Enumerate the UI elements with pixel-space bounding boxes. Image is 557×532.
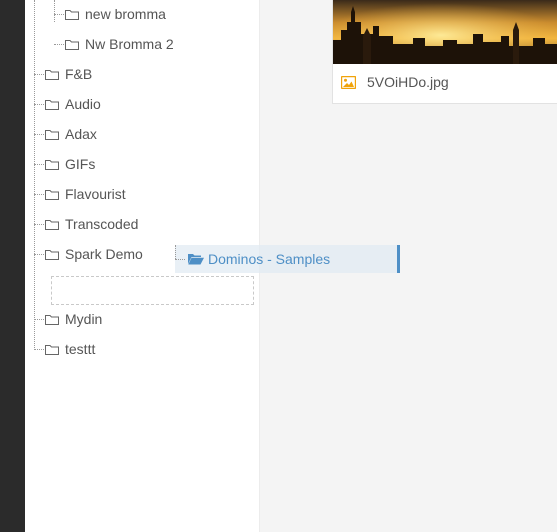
folder-open-icon	[188, 254, 204, 265]
asset-card[interactable]: 5VOiHDo.jpg	[332, 0, 557, 104]
folder-icon	[45, 69, 59, 80]
tree-item-label: new bromma	[85, 6, 166, 22]
tree-item-label: Nw Bromma 2	[85, 36, 174, 52]
tree-item-label: Transcoded	[65, 216, 139, 232]
tree-item-gifs[interactable]: GIFs	[45, 154, 95, 174]
folder-icon	[65, 39, 79, 50]
folder-icon	[65, 9, 79, 20]
tree-connector	[34, 164, 44, 165]
drop-placeholder[interactable]	[51, 276, 254, 305]
tree-connector	[34, 74, 44, 75]
image-icon	[341, 75, 356, 89]
tree-connector	[54, 0, 55, 22]
tree-item-new-bromma[interactable]: new bromma	[65, 4, 166, 24]
folder-icon	[45, 99, 59, 110]
tree-item-audio[interactable]: Audio	[45, 94, 101, 114]
tree-item-nw-bromma-2[interactable]: Nw Bromma 2	[65, 34, 174, 54]
app-window: new bromma Nw Bromma 2 F&B Audio Adax GI…	[0, 0, 557, 532]
tree-item-testtt[interactable]: testtt	[45, 339, 95, 359]
tree-item-spark-demo[interactable]: Spark Demo	[45, 244, 143, 264]
tree-connector	[34, 0, 35, 350]
tree-connector	[34, 349, 44, 350]
folder-icon	[45, 344, 59, 355]
tree-item-label: GIFs	[65, 156, 96, 172]
tree-connector	[34, 194, 44, 195]
folder-icon	[45, 314, 59, 325]
tree-item-mydin[interactable]: Mydin	[45, 309, 102, 329]
folder-icon	[45, 159, 59, 170]
asset-thumbnail[interactable]	[333, 0, 557, 64]
tree-item-label: Mydin	[65, 311, 103, 327]
folder-icon	[45, 129, 59, 140]
dragged-folder-ghost[interactable]: Dominos - Samples	[175, 245, 400, 273]
tree-item-label: testtt	[65, 341, 96, 357]
city-sunset-image	[333, 0, 557, 64]
tree-item-label: Flavourist	[65, 186, 126, 202]
tree-item-transcoded[interactable]: Transcoded	[45, 214, 138, 234]
tree-connector	[54, 44, 64, 45]
tree-item-flavourist[interactable]: Flavourist	[45, 184, 126, 204]
folder-icon	[45, 219, 59, 230]
tree-connector	[54, 14, 64, 15]
left-dark-edge	[0, 0, 25, 532]
tree-item-label: Spark Demo	[65, 246, 143, 262]
tree-item-adax[interactable]: Adax	[45, 124, 97, 144]
asset-filename: 5VOiHDo.jpg	[367, 74, 449, 90]
tree-item-fnb[interactable]: F&B	[45, 64, 92, 84]
drag-connector	[175, 245, 176, 259]
asset-caption: 5VOiHDo.jpg	[341, 74, 449, 90]
tree-connector	[34, 319, 44, 320]
dragged-folder-label: Dominos - Samples	[208, 251, 331, 267]
folder-icon	[45, 249, 59, 260]
tree-connector	[34, 134, 44, 135]
tree-connector	[34, 254, 44, 255]
tree-connector	[34, 104, 44, 105]
drag-connector	[175, 259, 185, 260]
tree-item-label: F&B	[65, 66, 93, 82]
folder-icon	[45, 189, 59, 200]
tree-connector	[34, 224, 44, 225]
tree-item-label: Audio	[65, 96, 101, 112]
tree-item-label: Adax	[65, 126, 97, 142]
